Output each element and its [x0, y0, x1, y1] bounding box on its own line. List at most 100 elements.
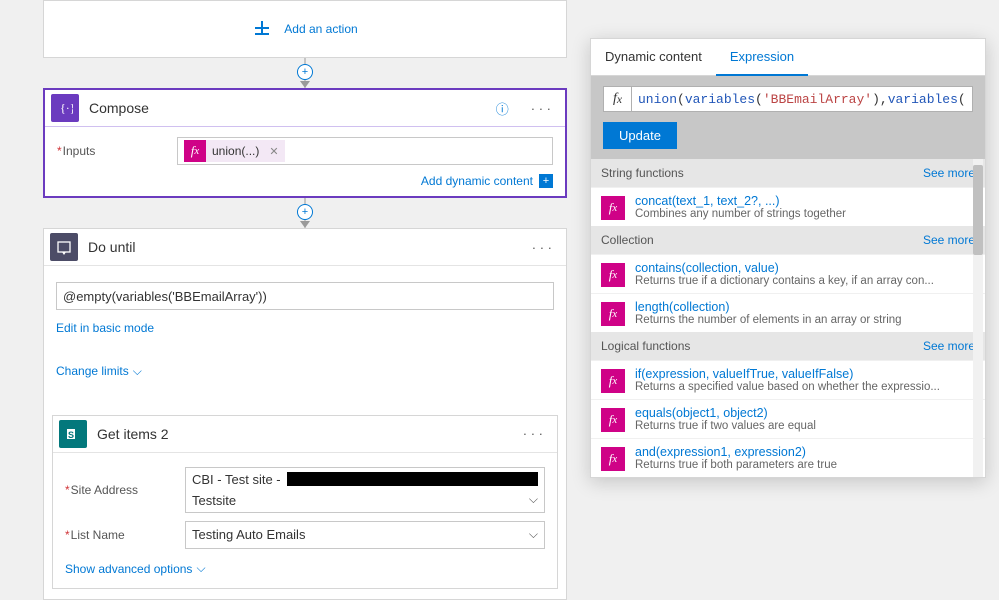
fn-description: Returns the number of elements in an arr… — [635, 314, 902, 326]
tab-expression[interactable]: Expression — [716, 39, 808, 76]
fn-equals[interactable]: fx equals(object1, object2) Returns true… — [591, 399, 985, 438]
do-until-condition-input[interactable]: @empty(variables('BBEmailArray')) — [56, 282, 554, 310]
section-label: Collection — [601, 233, 654, 247]
fn-description: Returns true if both parameters are true — [635, 459, 837, 471]
fx-icon: fx — [601, 369, 625, 393]
fx-icon: fx — [184, 140, 206, 162]
site-prefix: CBI - Test site - — [192, 472, 281, 487]
fx-icon: fx — [601, 302, 625, 326]
flow-canvas: Add an action + {·} Compose ⓘ · · · Inpu… — [0, 0, 610, 584]
do-until-more-icon[interactable]: · · · — [526, 240, 558, 255]
panel-tabs: Dynamic content Expression — [591, 39, 985, 76]
expr-paren: ( — [755, 92, 763, 107]
expr-string: 'BBEmailArray' — [763, 92, 872, 107]
expr-paren: ( — [958, 92, 966, 107]
get-items-card: S Get items 2 · · · Site Address CBI - T… — [52, 415, 558, 590]
expression-panel: Dynamic content Expression fx union(vari… — [590, 38, 986, 478]
see-more-link[interactable]: See more — [923, 233, 975, 247]
do-until-condition-text: @empty(variables('BBEmailArray')) — [63, 289, 547, 304]
fn-contains[interactable]: fx contains(collection, value) Returns t… — [591, 254, 985, 293]
compose-inputs-field[interactable]: fx union(...) ✕ — [177, 137, 553, 165]
fn-description: Returns true if two values are equal — [635, 420, 816, 432]
advanced-options-label: Show advanced options — [65, 562, 192, 576]
chevron-down-icon: ⌵ — [523, 492, 538, 507]
expr-fn: union — [638, 92, 677, 107]
tab-dynamic-content[interactable]: Dynamic content — [591, 39, 716, 75]
update-button[interactable]: Update — [603, 122, 677, 149]
fx-icon: fx — [603, 86, 631, 112]
svg-text:S: S — [68, 430, 74, 440]
fn-and[interactable]: fx and(expression1, expression2) Returns… — [591, 438, 985, 477]
do-until-title: Do until — [88, 239, 516, 255]
list-name-value: Testing Auto Emails — [192, 527, 519, 542]
section-collection: Collection See more — [591, 226, 985, 254]
fn-concat[interactable]: fx concat(text_1, text_2?, ...) Combines… — [591, 187, 985, 226]
add-action-label: Add an action — [284, 22, 357, 36]
function-list: String functions See more fx concat(text… — [591, 159, 985, 477]
change-limits-link[interactable]: Change limits ⌵ — [56, 364, 142, 379]
svg-text:{·}: {·} — [60, 101, 73, 115]
fn-signature: contains(collection, value) — [635, 261, 934, 275]
get-items-title: Get items 2 — [97, 426, 507, 442]
connector: + — [43, 58, 567, 88]
add-action-icon — [252, 18, 272, 41]
token-remove-icon[interactable]: ✕ — [265, 145, 278, 158]
expr-paren: ( — [677, 92, 685, 107]
chevron-down-icon: ⌵ — [196, 561, 205, 576]
expr-paren: ), — [872, 92, 888, 107]
fn-description: Returns true if a dictionary contains a … — [635, 275, 934, 287]
compose-title: Compose — [89, 100, 480, 116]
chevron-down-icon: ⌵ — [133, 364, 142, 379]
section-label: String functions — [601, 166, 684, 180]
redacted-site-url — [287, 472, 538, 486]
add-dynamic-plus-icon[interactable]: + — [539, 174, 553, 188]
token-label: union(...) — [212, 144, 259, 158]
compose-icon: {·} — [51, 94, 79, 122]
expr-var: variables — [888, 92, 958, 107]
loop-icon — [50, 233, 78, 261]
chevron-down-icon: ⌵ — [523, 527, 538, 542]
fn-description: Returns a specified value based on wheth… — [635, 381, 940, 393]
do-until-card: Do until · · · @empty(variables('BBEmail… — [43, 228, 567, 600]
edit-basic-mode-link[interactable]: Edit in basic mode — [56, 321, 154, 335]
fn-signature: length(collection) — [635, 300, 902, 314]
see-more-link[interactable]: See more — [923, 339, 975, 353]
fn-signature: equals(object1, object2) — [635, 406, 816, 420]
insert-step-button[interactable]: + — [297, 64, 313, 80]
change-limits-label: Change limits — [56, 364, 129, 378]
show-advanced-options-link[interactable]: Show advanced options ⌵ — [65, 561, 206, 576]
compose-card: {·} Compose ⓘ · · · Inputs fx union(...)… — [43, 88, 567, 198]
fx-icon: fx — [601, 447, 625, 471]
info-icon[interactable]: ⓘ — [490, 99, 515, 118]
site-line2: Testsite — [192, 491, 523, 508]
connector: + — [43, 198, 567, 228]
section-logical: Logical functions See more — [591, 332, 985, 360]
site-address-dropdown[interactable]: CBI - Test site - Testsite ⌵ — [185, 467, 545, 513]
compose-more-icon[interactable]: · · · — [525, 101, 557, 116]
add-action-card[interactable]: Add an action — [43, 0, 567, 58]
get-items-more-icon[interactable]: · · · — [517, 426, 549, 441]
get-items-header[interactable]: S Get items 2 · · · — [53, 416, 557, 452]
list-name-label: List Name — [65, 528, 185, 542]
expression-token[interactable]: fx union(...) ✕ — [184, 140, 285, 162]
fn-signature: concat(text_1, text_2?, ...) — [635, 194, 846, 208]
list-name-dropdown[interactable]: Testing Auto Emails ⌵ — [185, 521, 545, 549]
fn-signature: if(expression, valueIfTrue, valueIfFalse… — [635, 367, 940, 381]
site-address-label: Site Address — [65, 483, 185, 497]
fn-description: Combines any number of strings together — [635, 208, 846, 220]
do-until-header[interactable]: Do until · · · — [44, 229, 566, 265]
fx-icon: fx — [601, 263, 625, 287]
inputs-label: Inputs — [57, 144, 177, 158]
expr-var: variables — [685, 92, 755, 107]
fn-length[interactable]: fx length(collection) Returns the number… — [591, 293, 985, 332]
compose-header[interactable]: {·} Compose ⓘ · · · — [45, 90, 565, 126]
fx-icon: fx — [601, 196, 625, 220]
fn-signature: and(expression1, expression2) — [635, 445, 837, 459]
add-dynamic-content-link[interactable]: Add dynamic content — [421, 174, 533, 188]
scroll-thumb[interactable] — [973, 165, 983, 255]
sharepoint-icon: S — [59, 420, 87, 448]
insert-step-button[interactable]: + — [297, 204, 313, 220]
expression-input[interactable]: union(variables('BBEmailArray'),variable… — [631, 86, 973, 112]
see-more-link[interactable]: See more — [923, 166, 975, 180]
fn-if[interactable]: fx if(expression, valueIfTrue, valueIfFa… — [591, 360, 985, 399]
